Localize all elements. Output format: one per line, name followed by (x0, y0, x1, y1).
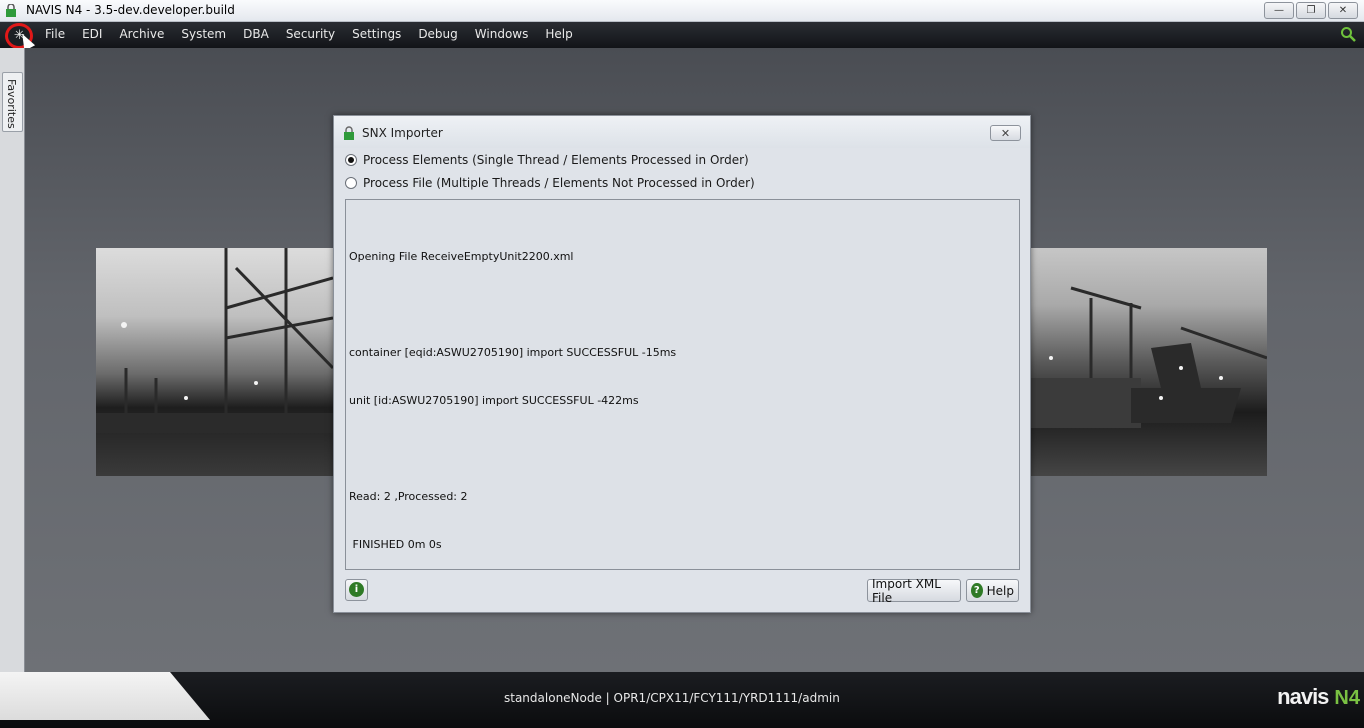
favorites-label: Favorites (5, 79, 18, 129)
navis-logo: navis N4 (1277, 684, 1360, 710)
option-process-elements-label: Process Elements (Single Thread / Elemen… (363, 153, 749, 167)
app-icon (6, 4, 16, 17)
log-line: container [eqid:ASWU2705190] import SUCC… (349, 346, 677, 359)
window-controls: — ❐ ✕ (1264, 2, 1358, 19)
snx-importer-dialog: SNX Importer ✕ Process Elements (Single … (333, 115, 1031, 613)
log-line: Opening File ReceiveEmptyUnit2200.xml (349, 250, 574, 263)
menu-windows[interactable]: Windows (475, 27, 529, 41)
help-icon: ? (971, 583, 983, 598)
window-title: NAVIS N4 - 3.5-dev.developer.build (26, 3, 235, 17)
import-log-area[interactable]: Opening File ReceiveEmptyUnit2200.xml co… (345, 199, 1020, 570)
option-process-file[interactable]: Process File (Multiple Threads / Element… (345, 176, 755, 190)
menu-debug[interactable]: Debug (418, 27, 457, 41)
dialog-close-button[interactable]: ✕ (990, 125, 1021, 141)
minimize-button[interactable]: — (1264, 2, 1294, 19)
favorites-tab[interactable]: Favorites (2, 72, 23, 132)
brand-name: navis (1277, 684, 1329, 709)
favorites-panel (0, 48, 25, 672)
menu-file[interactable]: File (45, 27, 65, 41)
port-photo-right (1031, 248, 1267, 476)
search-icon[interactable] (1340, 26, 1356, 42)
lock-icon (344, 126, 354, 140)
window-titlebar: NAVIS N4 - 3.5-dev.developer.build — ❐ ✕ (0, 0, 1364, 22)
help-label: Help (986, 583, 1014, 598)
menu-settings[interactable]: Settings (352, 27, 401, 41)
radio-process-file[interactable] (345, 177, 357, 189)
log-line: FINISHED 0m 0s (349, 538, 442, 551)
info-icon: i (349, 582, 364, 597)
menu-help[interactable]: Help (545, 27, 572, 41)
log-line: unit [id:ASWU2705190] import SUCCESSFUL … (349, 394, 639, 407)
import-xml-file-button[interactable]: Import XML File (867, 576, 961, 605)
menu-bar: ✳ File EDI Archive System DBA Security S… (0, 22, 1364, 51)
restore-button[interactable]: ❐ (1296, 2, 1326, 19)
info-button[interactable]: i (345, 579, 368, 601)
option-process-elements[interactable]: Process Elements (Single Thread / Elemen… (345, 153, 749, 167)
app-menu-button[interactable]: ✳ (2, 22, 36, 51)
option-process-file-label: Process File (Multiple Threads / Element… (363, 176, 755, 190)
menu-archive[interactable]: Archive (119, 27, 164, 41)
close-window-button[interactable]: ✕ (1328, 2, 1358, 19)
brand-suffix: N4 (1334, 687, 1360, 709)
log-line: Read: 2 ,Processed: 2 (349, 490, 468, 503)
help-button[interactable]: ? Help (966, 579, 1019, 602)
dialog-titlebar[interactable]: SNX Importer ✕ (334, 116, 1030, 148)
port-photo-left (96, 248, 333, 476)
dialog-title: SNX Importer (362, 126, 443, 140)
menu-system[interactable]: System (181, 27, 226, 41)
radio-process-elements[interactable] (345, 154, 357, 166)
menu-dba[interactable]: DBA (243, 27, 269, 41)
menu-edi[interactable]: EDI (82, 27, 102, 41)
session-info: standaloneNode | OPR1/CPX11/FCY111/YRD11… (504, 691, 840, 705)
menu-security[interactable]: Security (286, 27, 335, 41)
main-menu: File EDI Archive System DBA Security Set… (45, 27, 590, 41)
import-xml-file-label: Import XML File (872, 576, 941, 605)
